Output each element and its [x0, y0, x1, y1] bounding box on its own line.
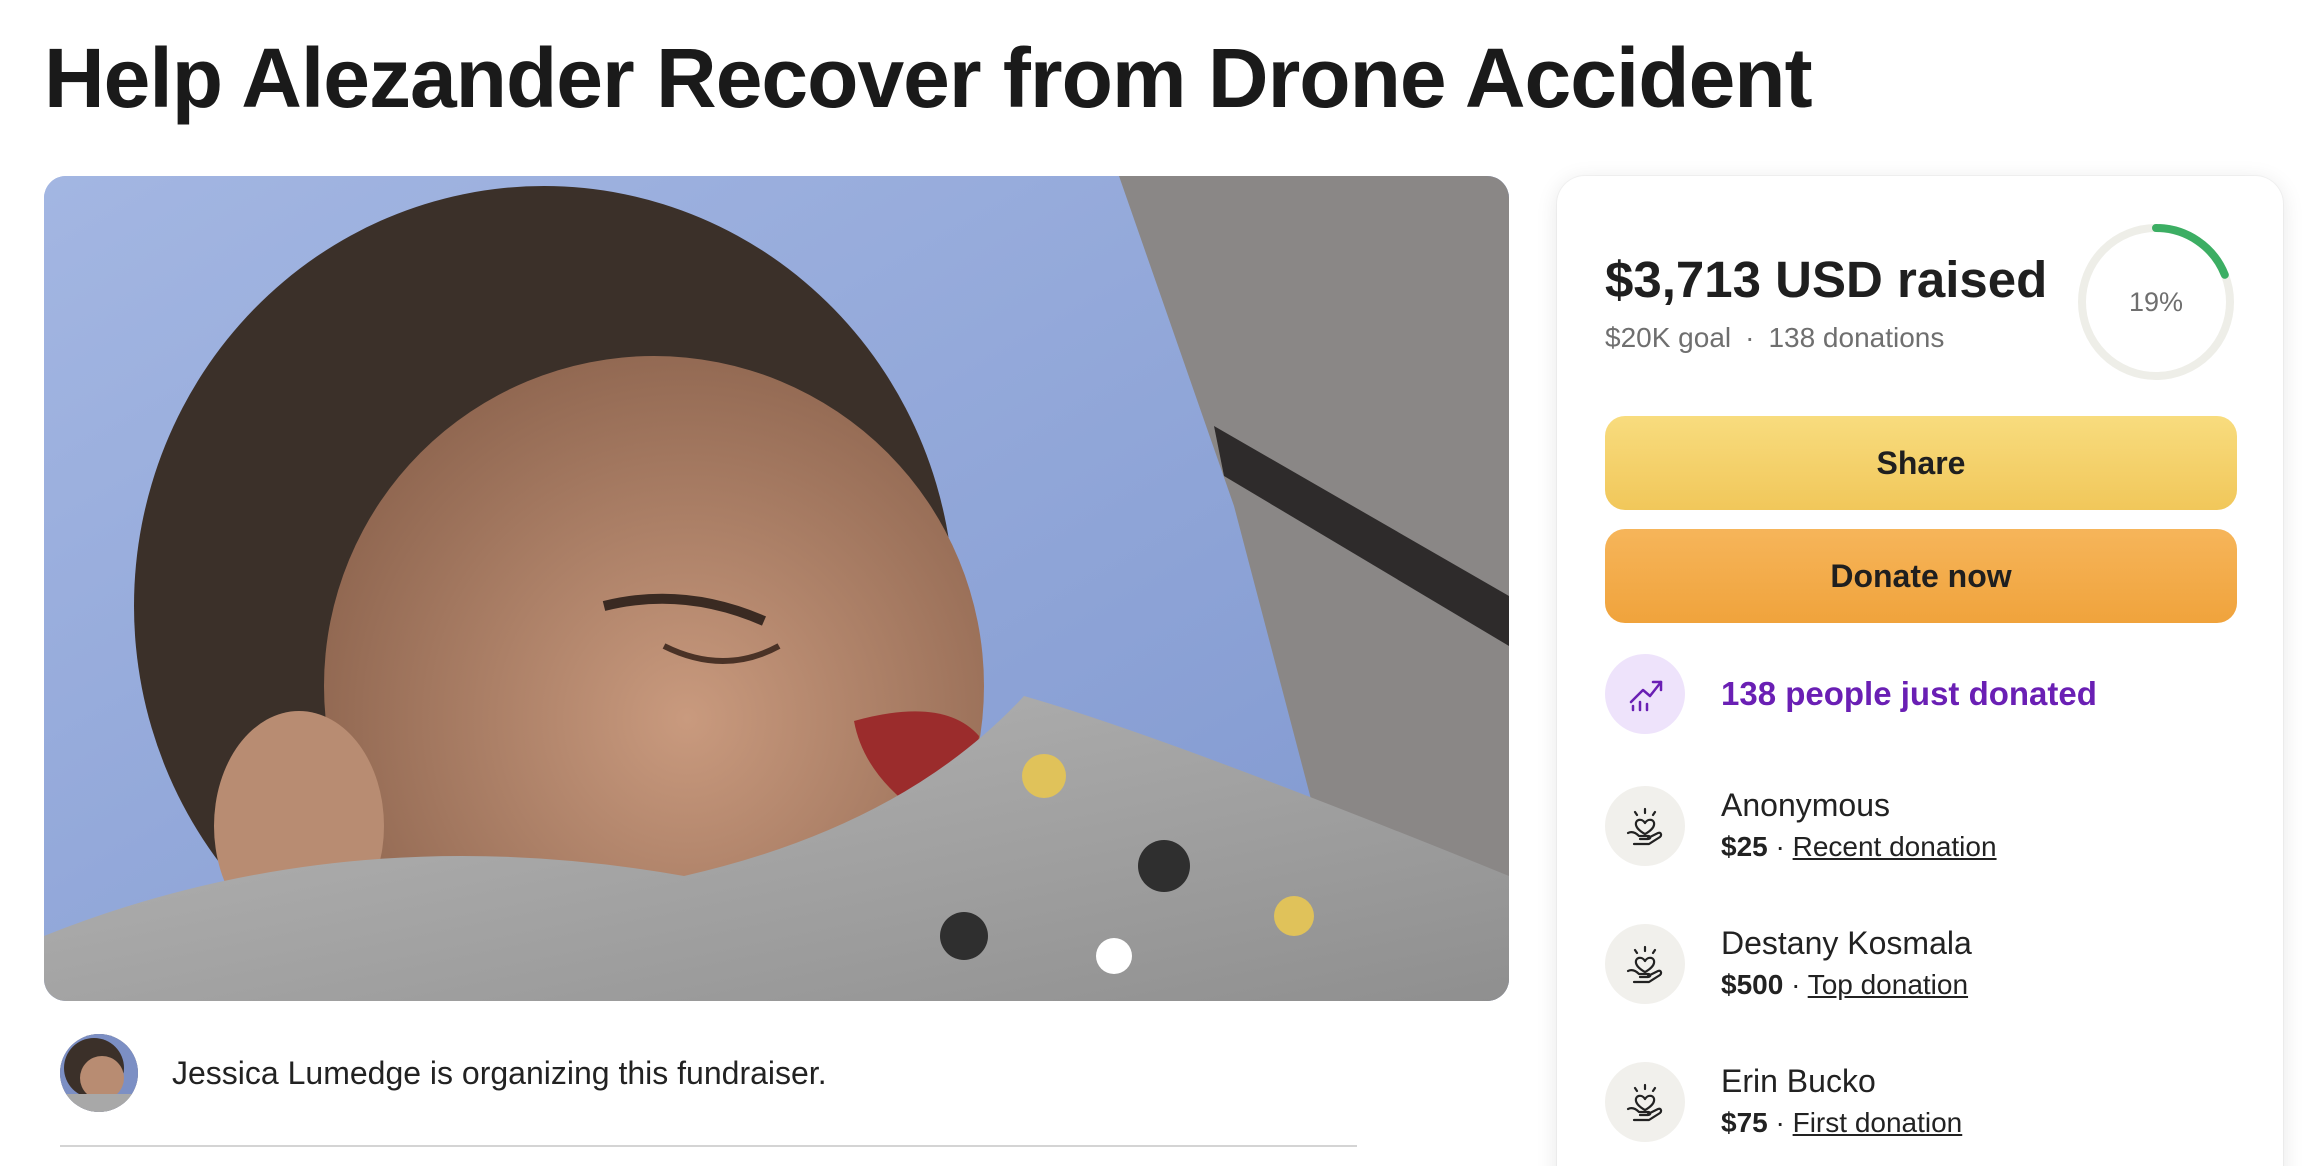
organizer-row: Jessica Lumedge is organizing this fundr… — [60, 1034, 827, 1112]
heart-hand-icon — [1605, 786, 1685, 866]
amount-raised: $3,713 USD raised — [1605, 251, 2048, 308]
organizer-text: Jessica Lumedge is organizing this fundr… — [172, 1054, 827, 1091]
donor-meta: $500 · Top donation — [1721, 964, 1972, 1006]
heart-hand-icon — [1605, 1062, 1685, 1142]
people-just-donated: 138 people just donated — [1721, 675, 2097, 712]
separator-dot: · — [1767, 1107, 1793, 1138]
donor-meta: $25 · Recent donation — [1721, 826, 1997, 868]
donation-tag-link[interactable]: Recent donation — [1793, 831, 1997, 862]
avatar-image — [60, 1034, 138, 1112]
donor-item: Anonymous $25 · Recent donation — [1605, 784, 1997, 868]
donor-details: Destany Kosmala $500 · Top donation — [1721, 922, 1972, 1006]
donor-item: Erin Bucko $75 · First donation — [1605, 1060, 1962, 1144]
progress-ring: 19% — [2074, 220, 2238, 384]
donation-card: $3,713 USD raised $20K goal · 138 donation… — [1557, 176, 2283, 1166]
hero-photo[interactable] — [44, 176, 1509, 1001]
donations-count: 138 donations — [1768, 322, 1945, 353]
fundraiser-page: Help Alezander Recover from Drone Accide… — [0, 0, 2302, 1166]
recent-activity-row: 138 people just donated — [1605, 654, 2097, 734]
heart-hand-icon — [1605, 924, 1685, 1004]
donor-name: Anonymous — [1721, 787, 1890, 823]
donor-name: Erin Bucko — [1721, 1063, 1876, 1099]
share-button[interactable]: Share — [1605, 416, 2237, 510]
donation-amount: $25 — [1721, 831, 1768, 862]
separator-dot: · — [1783, 969, 1808, 1000]
donate-now-button[interactable]: Donate now — [1605, 529, 2237, 623]
donor-meta: $75 · First donation — [1721, 1102, 1962, 1144]
separator-dot: · — [1767, 831, 1793, 862]
donor-details: Anonymous $25 · Recent donation — [1721, 784, 1997, 868]
donor-details: Erin Bucko $75 · First donation — [1721, 1060, 1962, 1144]
donation-amount: $500 — [1721, 969, 1784, 1000]
goal-summary: $20K goal · 138 donations — [1605, 322, 1944, 354]
divider — [60, 1145, 1357, 1147]
trending-up-icon — [1605, 654, 1685, 734]
donor-name: Destany Kosmala — [1721, 925, 1972, 961]
donor-item: Destany Kosmala $500 · Top donation — [1605, 922, 1972, 1006]
donation-tag-link[interactable]: First donation — [1793, 1107, 1963, 1138]
avatar[interactable] — [60, 1034, 138, 1112]
separator-dot: · — [1745, 322, 1755, 353]
progress-percent: 19% — [2128, 286, 2184, 317]
donation-tag-link[interactable]: Top donation — [1808, 969, 1968, 1000]
donation-amount: $75 — [1721, 1107, 1768, 1138]
hero-photo-image — [44, 176, 1509, 1001]
page-title: Help Alezander Recover from Drone Accide… — [44, 31, 1813, 125]
goal-amount: $20K goal — [1605, 322, 1732, 353]
